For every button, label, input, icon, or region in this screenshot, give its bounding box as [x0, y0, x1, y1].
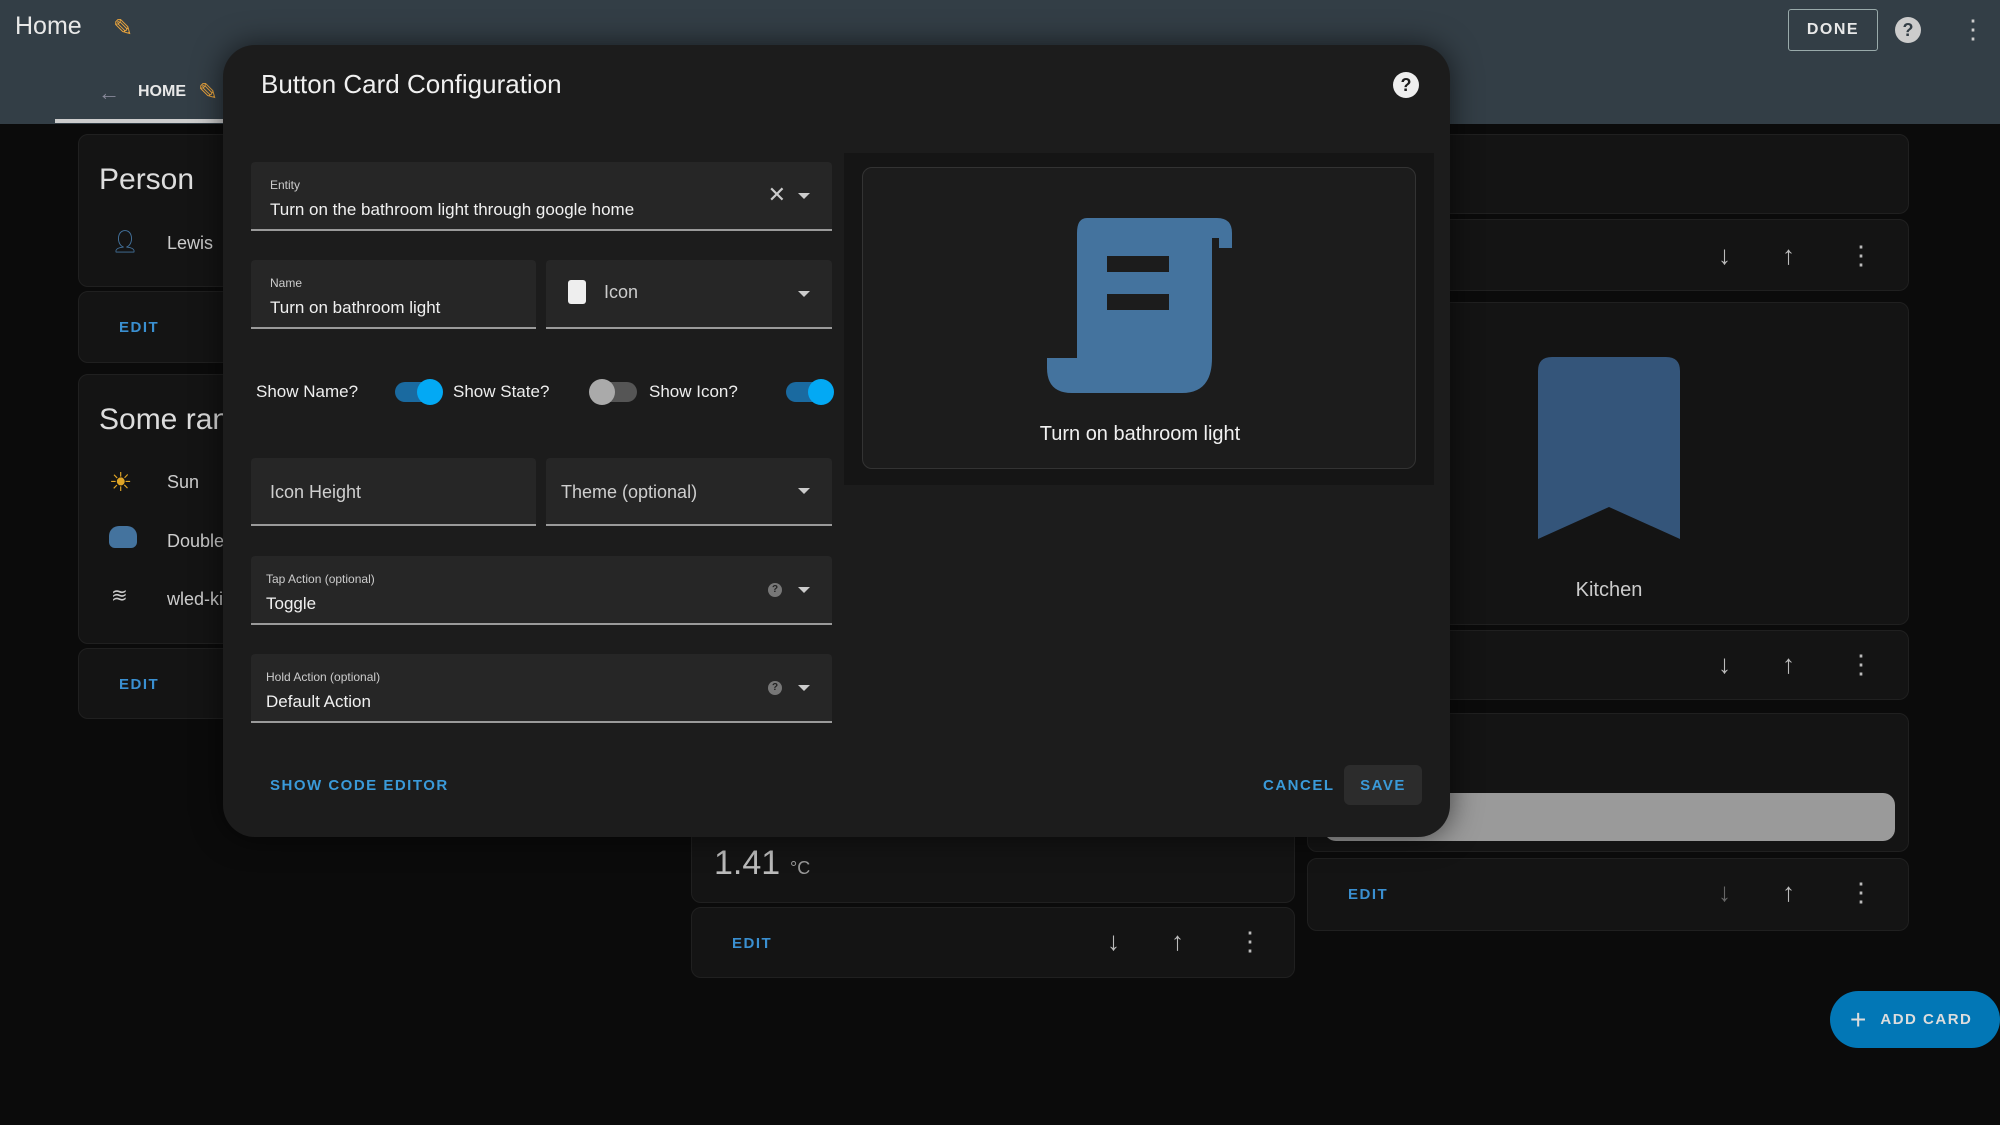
button-card-config-dialog: Button Card Configuration ? Entity Turn … [223, 45, 1450, 837]
hold-action-select[interactable]: Hold Action (optional) Default Action ? [251, 654, 832, 723]
dropdown-arrow-icon[interactable] [798, 684, 810, 691]
field-label: Name [270, 276, 303, 290]
sun-icon: ☀ [109, 467, 133, 497]
theme-select[interactable]: Theme (optional) [546, 458, 832, 526]
field-value: Toggle [266, 594, 317, 613]
dropdown-arrow-icon[interactable] [798, 586, 810, 593]
move-down-icon[interactable]: ↓ [1718, 649, 1731, 680]
name-field[interactable]: Name Turn on bathroom light [251, 260, 536, 329]
field-placeholder: Icon [604, 282, 639, 302]
field-placeholder: Icon Height [270, 482, 362, 502]
sensor-value: 1.41 [714, 844, 781, 882]
dashboard-title: Home [15, 12, 82, 40]
card-controls: EDIT ↓ ↑ ⋮ [1307, 858, 1909, 931]
led-strip-icon: ≋ [111, 585, 128, 607]
entity-name: Lewis [167, 233, 214, 253]
add-card-button[interactable]: + ADD CARD [1830, 991, 2000, 1048]
field-placeholder: Theme (optional) [561, 482, 698, 502]
edit-button[interactable]: EDIT [119, 676, 159, 693]
more-vert-icon[interactable]: ⋮ [1960, 14, 1986, 45]
help-icon[interactable]: ? [768, 680, 782, 695]
move-down-icon[interactable]: ↓ [1107, 926, 1120, 957]
back-arrow-icon[interactable]: ← [98, 80, 120, 106]
robot-icon [109, 526, 137, 548]
sensor-unit: °C [790, 858, 811, 878]
field-value: Default Action [266, 692, 371, 711]
preview-panel: Turn on bathroom light [844, 153, 1434, 485]
help-icon[interactable]: ? [1393, 72, 1419, 98]
show-name-toggle[interactable] [395, 379, 443, 405]
icon-height-field[interactable]: Icon Height [251, 458, 536, 526]
tap-action-select[interactable]: Tap Action (optional) Toggle ? [251, 556, 832, 625]
edit-button[interactable]: EDIT [1348, 886, 1388, 903]
cancel-button[interactable]: CANCEL [1263, 777, 1335, 794]
move-up-icon[interactable]: ↑ [1782, 877, 1795, 908]
edit-button[interactable]: EDIT [119, 319, 159, 336]
edit-title-pencil-icon[interactable]: ✎ [113, 14, 133, 43]
bookmark-icon [1538, 357, 1680, 539]
add-card-label: ADD CARD [1880, 1011, 1973, 1028]
edit-view-pencil-icon[interactable]: ✎ [198, 78, 218, 107]
tab-home[interactable]: HOME [138, 83, 186, 101]
dropdown-arrow-icon[interactable] [798, 192, 810, 199]
save-button[interactable]: SAVE [1344, 765, 1422, 805]
move-up-icon[interactable]: ↑ [1782, 649, 1795, 680]
move-up-icon[interactable]: ↑ [1782, 240, 1795, 271]
card-title: Person [99, 163, 195, 196]
preview-button-card[interactable]: Turn on bathroom light [862, 167, 1416, 469]
preview-name: Turn on bathroom light [1039, 423, 1241, 445]
dropdown-arrow-icon[interactable] [798, 488, 810, 494]
entity-name: Sun [167, 472, 200, 492]
move-down-icon[interactable]: ↓ [1718, 240, 1731, 271]
show-state-label: Show State? [453, 382, 550, 401]
tab-indicator [55, 119, 223, 123]
move-down-icon[interactable]: ↓ [1718, 877, 1731, 908]
more-vert-icon[interactable]: ⋮ [1237, 926, 1263, 957]
more-vert-icon[interactable]: ⋮ [1848, 649, 1874, 680]
edit-button[interactable]: EDIT [732, 935, 772, 952]
show-icon-label: Show Icon? [649, 382, 738, 401]
person-icon: 👤︎ [111, 229, 139, 254]
show-state-toggle[interactable] [589, 379, 637, 405]
show-name-label: Show Name? [256, 382, 359, 401]
card-controls: EDIT ↓ ↑ ⋮ [691, 907, 1295, 978]
card-title: Some ran [99, 403, 230, 436]
entity-name: Double [167, 531, 225, 551]
field-label: Tap Action (optional) [266, 572, 375, 586]
icon-picker[interactable]: Icon [546, 260, 832, 329]
dialog-title: Button Card Configuration [261, 69, 562, 99]
field-label: Entity [270, 178, 301, 192]
dropdown-arrow-icon[interactable] [798, 290, 810, 297]
show-code-editor-button[interactable]: SHOW CODE EDITOR [270, 777, 449, 794]
entity-field[interactable]: Entity Turn on the bathroom light throug… [251, 162, 832, 231]
move-up-icon[interactable]: ↑ [1171, 926, 1184, 957]
done-button[interactable]: DONE [1788, 9, 1878, 51]
script-text-icon [1047, 218, 1232, 393]
field-label: Hold Action (optional) [266, 670, 381, 684]
script-text-icon [568, 280, 586, 304]
help-icon[interactable]: ? [1895, 17, 1921, 43]
field-value: Turn on bathroom light [270, 298, 441, 317]
help-icon[interactable]: ? [768, 582, 782, 597]
more-vert-icon[interactable]: ⋮ [1848, 240, 1874, 271]
clear-icon[interactable]: ✕ [768, 182, 786, 208]
field-value: Turn on the bathroom light through googl… [270, 200, 635, 219]
entity-name: wled-ki [167, 589, 224, 609]
show-icon-toggle[interactable] [786, 379, 834, 405]
plus-icon: + [1850, 1003, 1867, 1035]
more-vert-icon[interactable]: ⋮ [1848, 877, 1874, 908]
